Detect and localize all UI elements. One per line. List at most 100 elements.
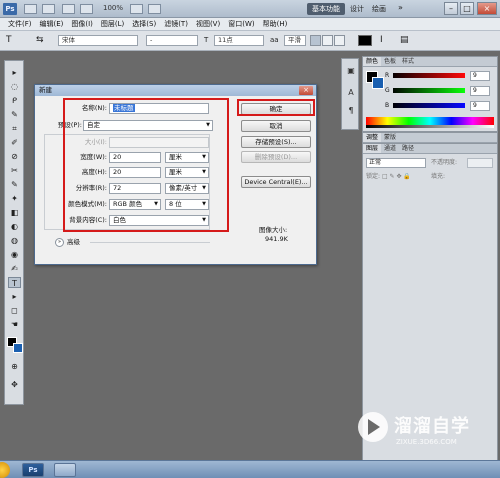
pen-tool-icon[interactable]: ✍ bbox=[8, 263, 21, 274]
workspace-more-icon[interactable]: » bbox=[398, 3, 403, 12]
history-brush-tool-icon[interactable]: ✦ bbox=[8, 193, 21, 204]
arrange-documents-icon[interactable] bbox=[130, 4, 143, 14]
cancel-button[interactable]: 取消 bbox=[241, 120, 311, 132]
tab-channels[interactable]: 通道 bbox=[381, 144, 399, 153]
grayscale-ramp[interactable] bbox=[366, 125, 494, 128]
align-center-icon[interactable] bbox=[322, 35, 333, 46]
device-central-button[interactable]: Device Central(E)... bbox=[241, 176, 311, 188]
menu-file[interactable]: 文件(F) bbox=[4, 18, 36, 30]
lasso-tool-icon[interactable]: ᑭ bbox=[8, 95, 21, 106]
crop-tool-icon[interactable]: ⌗ bbox=[8, 123, 21, 134]
marquee-tool-icon[interactable]: ◌ bbox=[8, 81, 21, 92]
character-panel-icon[interactable]: A bbox=[345, 87, 357, 99]
blue-slider[interactable] bbox=[393, 103, 465, 108]
tab-color[interactable]: 颜色 bbox=[363, 57, 382, 66]
history-panel-icon[interactable]: ▣ bbox=[345, 65, 357, 77]
path-select-tool-icon[interactable]: ▸ bbox=[8, 291, 21, 302]
antialias-select[interactable]: 平滑 bbox=[284, 35, 306, 46]
menu-view[interactable]: 视图(V) bbox=[192, 18, 224, 30]
menu-help[interactable]: 帮助(H) bbox=[259, 18, 292, 30]
dodge-tool-icon[interactable]: ◉ bbox=[8, 249, 21, 260]
collapsed-panel-strip: ▣ A ¶ bbox=[341, 58, 359, 130]
tab-paths[interactable]: 路径 bbox=[399, 144, 417, 153]
lock-label: 锁定: □ ✎ ✥ 🔒 bbox=[366, 172, 411, 182]
red-slider[interactable] bbox=[393, 73, 465, 78]
tab-masks[interactable]: 蒙版 bbox=[381, 133, 399, 142]
hand-tool-icon[interactable] bbox=[62, 4, 75, 14]
bridge-icon[interactable] bbox=[24, 4, 37, 14]
quick-mask-icon[interactable]: ⊕ bbox=[8, 361, 21, 372]
opacity-input[interactable] bbox=[467, 158, 493, 168]
taskbar-photoshop-button[interactable]: Ps bbox=[22, 463, 44, 477]
panel-background-swatch[interactable] bbox=[372, 77, 384, 89]
dialog-close-button[interactable]: × bbox=[299, 86, 313, 95]
lock-label-text: 锁定: bbox=[366, 173, 381, 180]
toggle-text-orientation-icon[interactable]: ⇆ bbox=[36, 35, 44, 46]
close-button[interactable]: × bbox=[477, 2, 497, 15]
green-value-input[interactable]: 9 bbox=[470, 86, 490, 96]
blue-value-input[interactable]: 9 bbox=[470, 101, 490, 111]
screen-mode-tool-icon[interactable]: ✥ bbox=[8, 379, 21, 390]
menu-edit[interactable]: 编辑(E) bbox=[36, 18, 68, 30]
eyedropper-tool-icon[interactable]: ✐ bbox=[8, 137, 21, 148]
tab-layers[interactable]: 图层 bbox=[363, 144, 382, 153]
maximize-button[interactable]: □ bbox=[460, 2, 474, 15]
quick-select-tool-icon[interactable]: ✎ bbox=[8, 109, 21, 120]
hand-tool-icon[interactable]: ☚ bbox=[8, 319, 21, 330]
zoom-level[interactable]: 100% bbox=[103, 4, 123, 12]
watermark: 溜溜自学 ZIXUE.3D66.COM bbox=[356, 408, 476, 460]
blur-tool-icon[interactable]: ◍ bbox=[8, 235, 21, 246]
font-family-select[interactable]: 宋体 bbox=[58, 35, 138, 46]
color-panel: 颜色 色板 样式 R 9 G 9 B 9 bbox=[362, 56, 498, 132]
advanced-expand-icon[interactable]: » bbox=[55, 238, 64, 247]
healing-brush-tool-icon[interactable]: ⊘ bbox=[8, 151, 21, 162]
clone-stamp-tool-icon[interactable]: ✎ bbox=[8, 179, 21, 190]
color-spectrum-bar[interactable] bbox=[366, 117, 494, 125]
shape-tool-icon[interactable]: ◻ bbox=[8, 305, 21, 316]
background-color-swatch[interactable] bbox=[13, 343, 23, 353]
font-size-select[interactable]: 11点 bbox=[214, 35, 264, 46]
taskbar: Ps bbox=[0, 460, 500, 478]
title-bar: Ps 100% 基本功能 设计 绘画 » – □ × bbox=[0, 0, 500, 18]
type-tool-preset-icon[interactable]: T bbox=[6, 35, 12, 46]
menu-select[interactable]: 选择(S) bbox=[128, 18, 160, 30]
align-left-icon[interactable] bbox=[310, 35, 321, 46]
font-style-select[interactable]: - bbox=[146, 35, 198, 46]
minimize-button[interactable]: – bbox=[444, 2, 458, 15]
start-button-icon[interactable] bbox=[0, 462, 10, 478]
green-slider[interactable] bbox=[393, 88, 465, 93]
menu-image[interactable]: 图像(I) bbox=[67, 18, 97, 30]
tab-adjustments[interactable]: 调整 bbox=[363, 133, 382, 142]
antialias-icon: aa bbox=[270, 36, 279, 44]
menu-layer[interactable]: 图层(L) bbox=[97, 18, 128, 30]
tab-styles[interactable]: 样式 bbox=[399, 57, 417, 66]
taskbar-folder-icon[interactable] bbox=[54, 463, 76, 477]
lock-icons[interactable]: □ ✎ ✥ 🔒 bbox=[382, 173, 411, 180]
menu-window[interactable]: 窗口(W) bbox=[224, 18, 258, 30]
menu-filter[interactable]: 滤镜(T) bbox=[160, 18, 192, 30]
zoom-tool-icon[interactable] bbox=[80, 4, 93, 14]
red-value-input[interactable]: 9 bbox=[470, 71, 490, 81]
move-tool-icon[interactable]: ▸ bbox=[8, 67, 21, 78]
type-tool-icon[interactable]: T bbox=[8, 277, 21, 288]
advanced-label[interactable]: 高级 bbox=[67, 238, 80, 247]
gradient-tool-icon[interactable]: ◐ bbox=[8, 221, 21, 232]
warp-text-icon[interactable]: Ⅰ bbox=[380, 35, 383, 46]
text-color-swatch[interactable] bbox=[358, 35, 372, 46]
brush-tool-icon[interactable]: ✂ bbox=[8, 165, 21, 176]
workspace-design-link[interactable]: 设计 bbox=[350, 4, 364, 14]
eraser-tool-icon[interactable]: ◧ bbox=[8, 207, 21, 218]
workspace-essentials-button[interactable]: 基本功能 bbox=[307, 3, 345, 15]
layers-panel-tabs: 图层 通道 路径 bbox=[363, 144, 497, 154]
ok-highlight-box bbox=[237, 99, 315, 116]
screen-mode-icon[interactable] bbox=[148, 4, 161, 14]
workspace-painting-link[interactable]: 绘画 bbox=[372, 4, 386, 14]
save-preset-button[interactable]: 存储预设(S)... bbox=[241, 136, 311, 148]
align-right-icon[interactable] bbox=[334, 35, 345, 46]
delete-preset-button: 删除预设(D)... bbox=[241, 151, 311, 163]
mini-bridge-icon[interactable] bbox=[42, 4, 55, 14]
paragraph-panel-icon[interactable]: ¶ bbox=[345, 105, 357, 117]
character-panel-icon[interactable]: ▤ bbox=[400, 35, 409, 46]
blend-mode-select[interactable]: 正常 bbox=[366, 158, 426, 168]
tab-swatches[interactable]: 色板 bbox=[381, 57, 399, 66]
